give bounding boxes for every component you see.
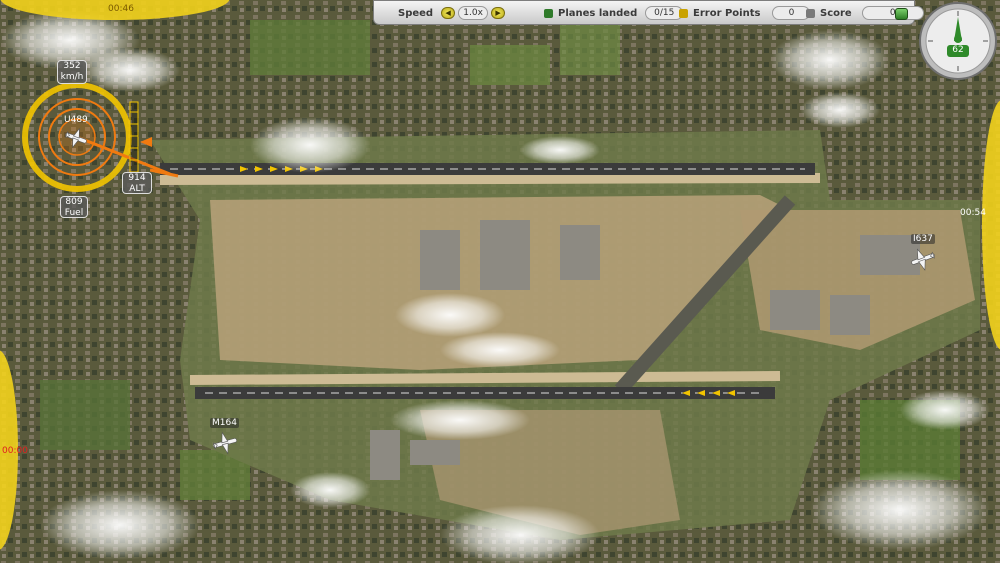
score-value: 0 xyxy=(861,6,924,20)
score-icon xyxy=(806,8,815,18)
timer-blob-right xyxy=(982,100,1000,350)
speed-label: Speed xyxy=(398,7,434,19)
error-points-value: 0 xyxy=(772,6,811,20)
timer-right: 00:54 xyxy=(960,208,986,218)
speed-increase-button[interactable]: ▶ xyxy=(491,7,506,19)
plane-callsign-m164: M164 xyxy=(210,418,239,428)
timer-top-left: 00:46 xyxy=(108,4,134,14)
selected-plane-icon[interactable] xyxy=(62,125,90,151)
timer-left: 00:00 xyxy=(2,446,28,456)
selected-plane-speed: 352 km/h xyxy=(57,60,87,84)
speed-readout-unit: km/h xyxy=(60,72,84,82)
altitude-readout-unit: ALT xyxy=(129,184,145,194)
speed-decrease-button[interactable]: ◀ xyxy=(441,7,456,19)
plane-icon-i637[interactable] xyxy=(908,246,938,272)
speed-readout-value: 352 xyxy=(63,61,81,71)
selected-plane-fuel: 809 Fuel xyxy=(60,196,88,218)
plane-icon-m164[interactable] xyxy=(210,430,240,456)
menu-button[interactable] xyxy=(895,8,908,20)
compass-value: 62 xyxy=(952,45,964,55)
selected-plane-callsign: U489 xyxy=(64,115,88,125)
planes-landed-label: Planes landed xyxy=(558,7,638,19)
speed-value: 1.0x xyxy=(458,6,489,20)
selected-plane-radar[interactable] xyxy=(20,82,220,197)
status-bar: Speed ◀ 1.0x ▶ Planes landed 0/15 Error … xyxy=(373,0,924,25)
score-label: Score xyxy=(820,7,852,19)
error-points-label: Error Points xyxy=(693,7,761,19)
error-points-icon xyxy=(679,8,688,18)
planes-landed-value: 0/15 xyxy=(645,6,684,20)
fuel-readout-unit: Fuel xyxy=(64,208,84,218)
altitude-readout-value: 914 xyxy=(128,173,146,183)
plane-callsign-i637: I637 xyxy=(911,234,935,244)
approach-marker xyxy=(150,168,179,178)
selected-plane-altitude: 914 ALT xyxy=(122,172,152,194)
planes-landed-icon xyxy=(544,8,553,18)
wind-compass xyxy=(918,1,998,81)
fuel-readout-value: 809 xyxy=(65,197,83,207)
